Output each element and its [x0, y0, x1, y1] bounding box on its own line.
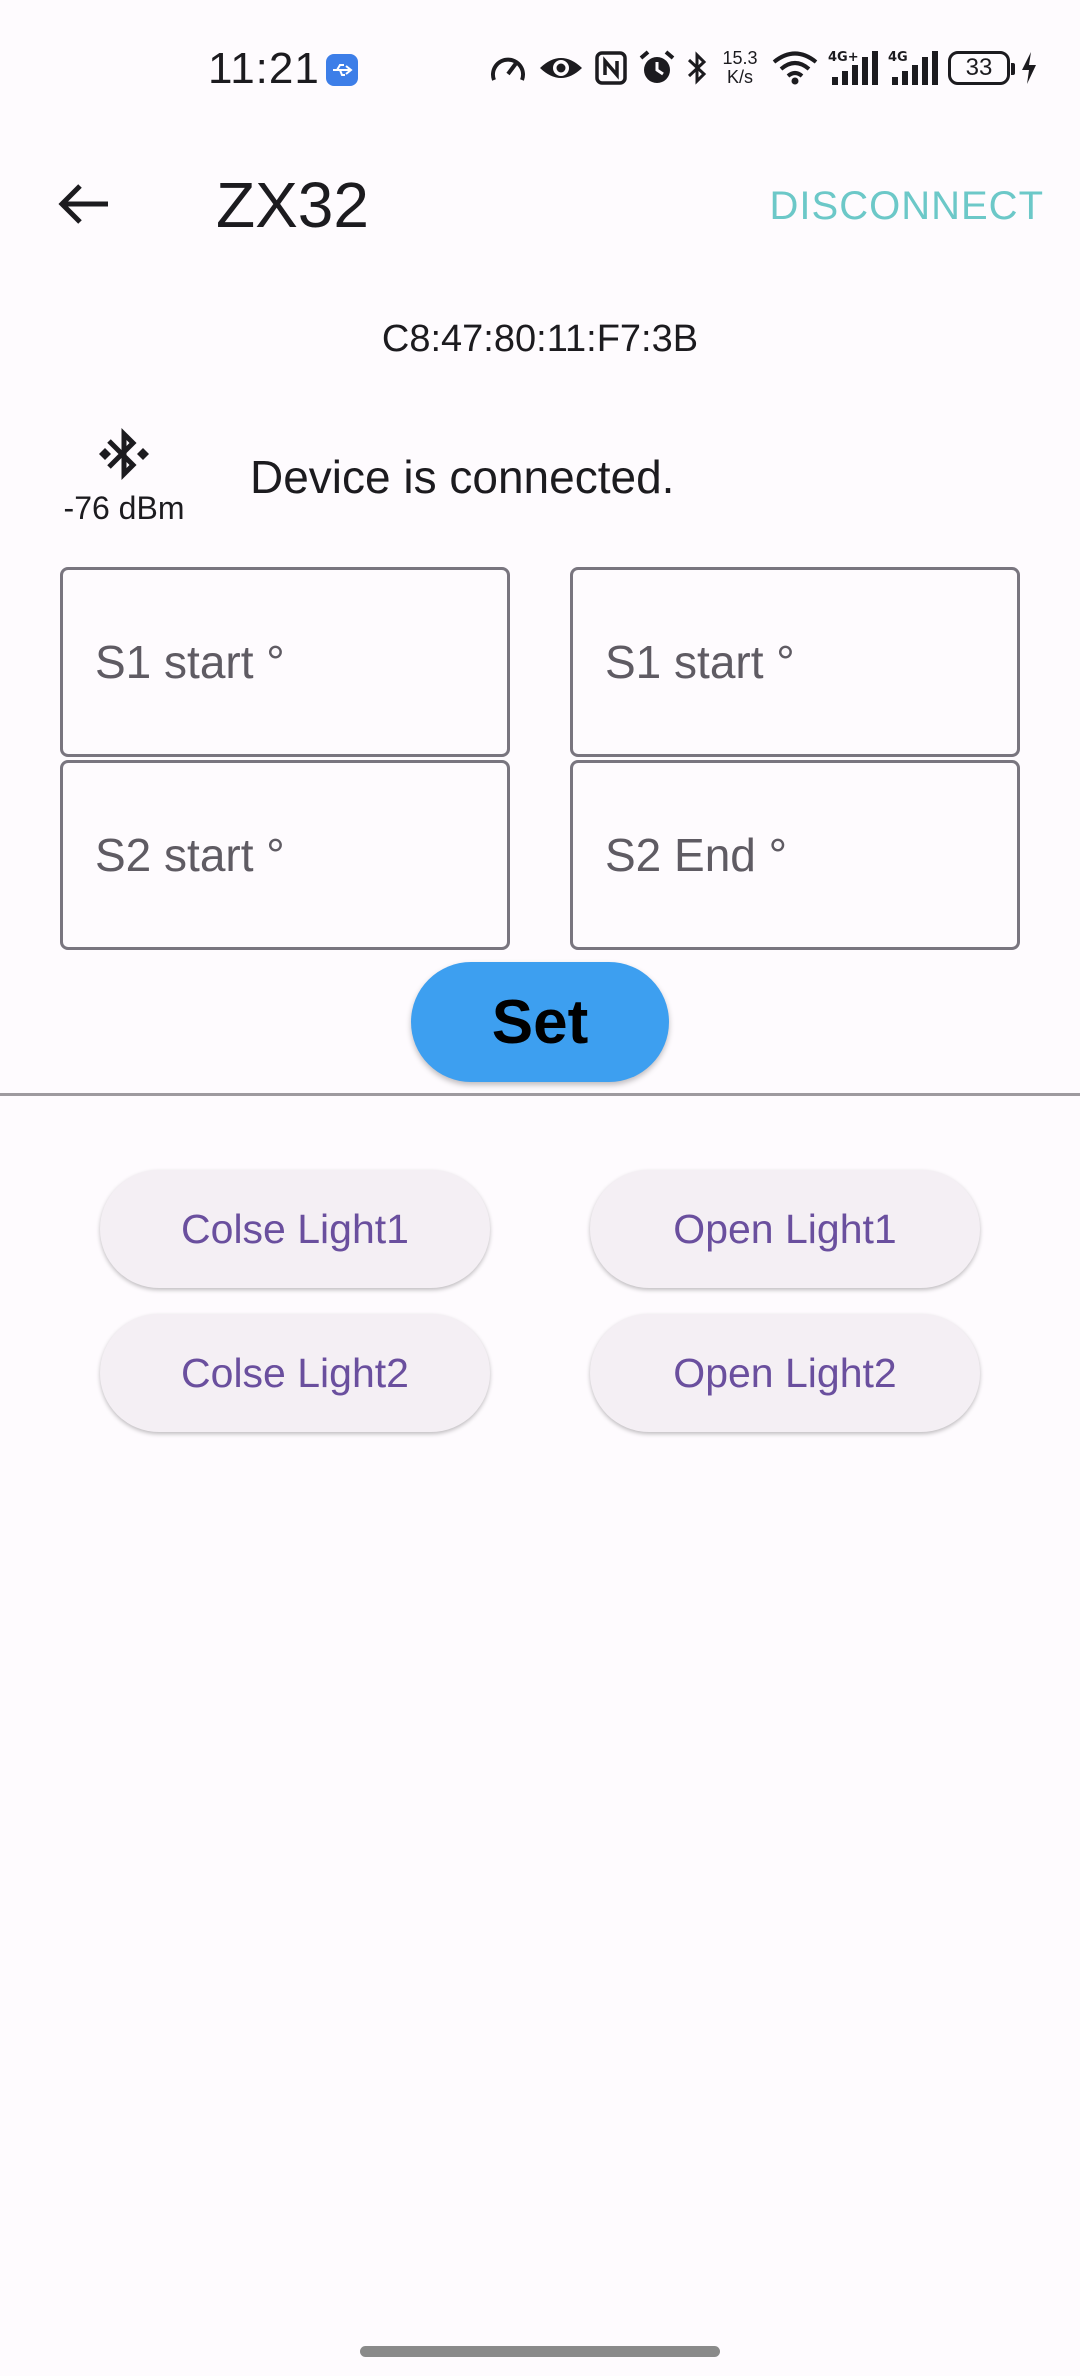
- svg-text:4G: 4G: [888, 50, 908, 65]
- disconnect-button[interactable]: DISCONNECT: [770, 184, 1044, 229]
- network-speed-value: 15.3: [722, 48, 758, 68]
- nfc-icon: [594, 50, 628, 86]
- wifi-icon: [772, 51, 818, 85]
- close-light1-button[interactable]: Colse Light1: [100, 1170, 490, 1288]
- page-title: ZX32: [216, 169, 369, 241]
- svg-text:4G+: 4G+: [828, 50, 859, 65]
- divider: [0, 1093, 1080, 1096]
- s1-start-placeholder-2: S1 start °: [605, 636, 795, 688]
- mac-address: C8:47:80:11:F7:3B: [381, 318, 699, 360]
- battery-icon: 33: [948, 51, 1015, 85]
- close-light2-button[interactable]: Colse Light2: [100, 1314, 490, 1432]
- status-bar: 11:21 15.3 K/s 4G+ 4G 33: [0, 0, 1080, 120]
- rssi-value: -76 dBm: [63, 490, 185, 526]
- battery-level: 33: [965, 54, 993, 81]
- s2-end-field[interactable]: S2 End °: [570, 760, 1020, 950]
- s2-start-field[interactable]: S2 start °: [60, 760, 510, 950]
- alarm-icon: [638, 49, 676, 87]
- gesture-bar[interactable]: [360, 2346, 720, 2357]
- arrow-back-icon: [58, 182, 110, 231]
- s1-start-field-2[interactable]: S1 start °: [570, 567, 1020, 757]
- rssi-indicator: -76 dBm: [44, 424, 204, 527]
- network-speed: 15.3 K/s: [718, 49, 762, 87]
- charging-icon: [1020, 50, 1038, 86]
- status-icons: 15.3 K/s 4G+ 4G 33: [488, 46, 1038, 90]
- s2-start-placeholder: S2 start °: [95, 829, 285, 881]
- eye-icon: [538, 52, 584, 84]
- s1-start-placeholder: S1 start °: [95, 636, 285, 688]
- open-light1-button[interactable]: Open Light1: [590, 1170, 980, 1288]
- bluetooth-searching-icon: [44, 424, 204, 484]
- network-speed-unit: K/s: [726, 67, 753, 87]
- back-button[interactable]: [44, 174, 124, 238]
- speedometer-icon: [488, 50, 528, 86]
- signal-4g-icon: 4G+: [828, 49, 878, 87]
- app-bar: ZX32 DISCONNECT: [0, 150, 1080, 260]
- usb-icon: [326, 54, 358, 86]
- status-time: 11:21: [208, 44, 320, 93]
- open-light2-button[interactable]: Open Light2: [590, 1314, 980, 1432]
- signal-4g-icon: 4G: [888, 49, 938, 87]
- s1-start-field[interactable]: S1 start °: [60, 567, 510, 757]
- bluetooth-icon: [686, 50, 708, 86]
- s2-end-placeholder: S2 End °: [605, 829, 788, 881]
- connection-status: Device is connected.: [250, 451, 675, 503]
- set-button[interactable]: Set: [411, 962, 669, 1082]
